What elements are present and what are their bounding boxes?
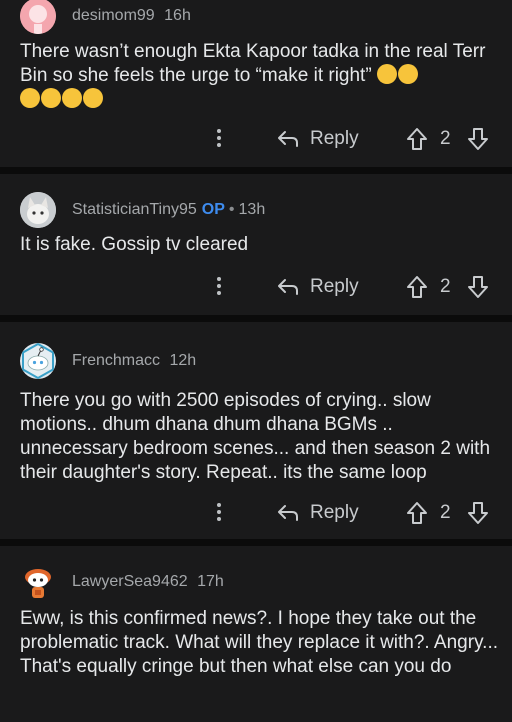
timestamp: 17h: [197, 573, 224, 590]
reply-label: Reply: [310, 276, 359, 297]
op-badge: OP: [201, 201, 225, 218]
reply-button[interactable]: Reply: [276, 124, 359, 154]
more-options-icon[interactable]: [212, 500, 226, 526]
comment-body: Eww, is this confirmed news?. I hope the…: [20, 607, 498, 679]
vote-count: 2: [440, 276, 451, 297]
user-avatar[interactable]: [20, 0, 56, 34]
reply-label: Reply: [310, 502, 359, 523]
timestamp: 13h: [238, 201, 266, 218]
reply-button[interactable]: Reply: [276, 498, 359, 528]
reply-arrow-icon: [278, 131, 298, 147]
downvote-arrow-icon[interactable]: [467, 127, 489, 151]
upvote-arrow-icon[interactable]: [406, 275, 428, 299]
reply-arrow-icon: [278, 505, 298, 521]
timestamp: 12h: [169, 352, 197, 369]
comment-meta: desimom99 16h: [72, 7, 191, 25]
comment-card: Frenchmacc 12h There you go with 2500 ep…: [0, 322, 512, 539]
yawning-emoji-icon: [83, 88, 103, 108]
upvote-arrow-icon[interactable]: [406, 127, 428, 151]
username[interactable]: LawyerSea9462: [72, 573, 188, 590]
comment-header: StatisticianTiny95 OP • 13h: [20, 191, 265, 229]
reply-button[interactable]: Reply: [276, 272, 359, 302]
username[interactable]: Frenchmacc: [72, 352, 160, 369]
comment-body: There you go with 2500 episodes of cryin…: [20, 389, 498, 485]
yawning-emoji-icon: [62, 88, 82, 108]
comment-meta: Frenchmacc 12h: [72, 352, 196, 370]
comment-body: It is fake. Gossip tv cleared: [20, 233, 498, 257]
more-options-icon[interactable]: [212, 126, 226, 152]
downvote-arrow-icon[interactable]: [467, 275, 489, 299]
laughing-tears-emoji-icon: [397, 64, 418, 84]
comment-card: desimom99 16h There wasn’t enough Ekta K…: [0, 0, 512, 167]
comment-text: Eww, is this confirmed news?. I hope the…: [20, 608, 498, 677]
vote-count: 2: [440, 502, 451, 523]
comment-meta: LawyerSea9462 17h: [72, 573, 224, 591]
comment-card: LawyerSea9462 17h Eww, is this confirmed…: [0, 546, 512, 722]
comment-header: desimom99 16h: [20, 0, 191, 35]
cat-avatar-icon: [20, 192, 56, 228]
comment-actions: Reply 2: [0, 272, 512, 302]
meta-separator: •: [228, 201, 235, 218]
timestamp: 16h: [164, 7, 191, 24]
laughing-tears-emoji-icon: [20, 88, 40, 108]
comment-header: Frenchmacc 12h: [20, 342, 196, 380]
comment-header: LawyerSea9462 17h: [20, 563, 224, 601]
more-options-icon[interactable]: [212, 274, 226, 300]
comment-actions: Reply 2: [0, 124, 512, 154]
username[interactable]: StatisticianTiny95: [72, 201, 197, 218]
reply-label: Reply: [310, 128, 359, 149]
snoo-avatar-icon: [22, 343, 54, 379]
yawning-emoji-icon: [41, 88, 61, 108]
reply-arrow-icon: [278, 279, 298, 295]
user-avatar[interactable]: [20, 192, 56, 228]
downvote-arrow-icon[interactable]: [467, 501, 489, 525]
comment-meta: StatisticianTiny95 OP • 13h: [72, 201, 265, 219]
user-avatar[interactable]: [20, 343, 56, 379]
avatar-illustration-icon: [20, 0, 56, 34]
username[interactable]: desimom99: [72, 7, 155, 24]
comment-actions: Reply 2: [0, 498, 512, 528]
comment-text: It is fake. Gossip tv cleared: [20, 234, 249, 255]
snoo-avatar-icon: [25, 569, 51, 598]
user-avatar[interactable]: [20, 564, 56, 600]
laughing-tears-emoji-icon: [376, 64, 397, 84]
comment-text: There you go with 2500 episodes of cryin…: [20, 390, 491, 483]
vote-count: 2: [440, 128, 451, 149]
upvote-arrow-icon[interactable]: [406, 501, 428, 525]
comment-card: StatisticianTiny95 OP • 13h It is fake. Gos…: [0, 174, 512, 315]
comment-body: There wasn’t enough Ekta Kapoor tadka in…: [20, 40, 498, 112]
